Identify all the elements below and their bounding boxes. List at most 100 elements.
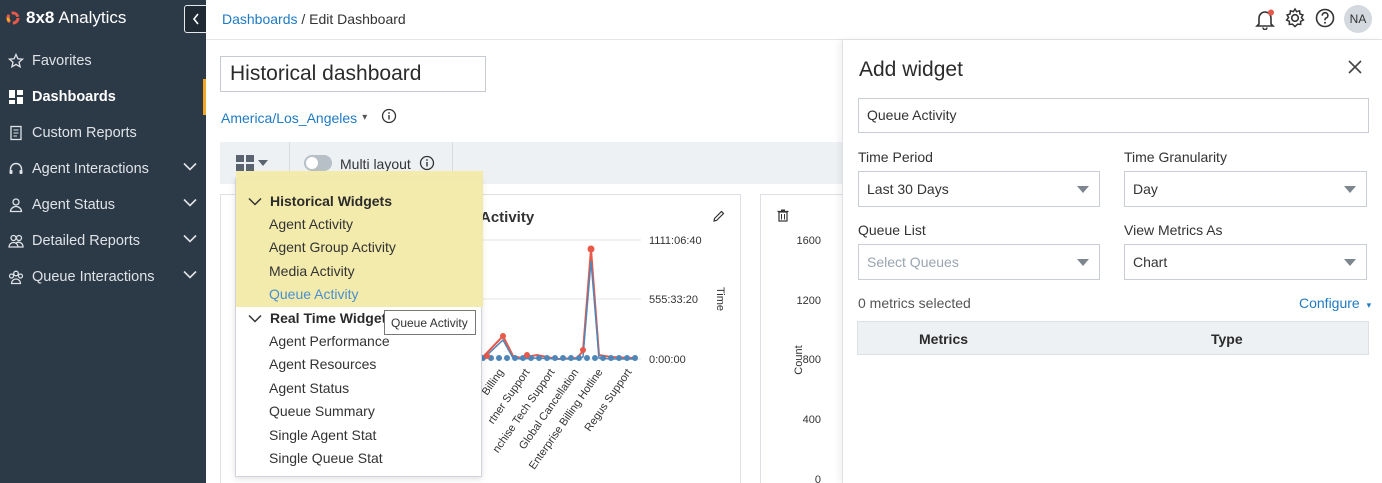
menu-item-agent-performance[interactable]: Agent Performance xyxy=(269,333,390,349)
people-icon xyxy=(7,232,25,250)
main-content: Dashboards / Edit Dashboard NA Historica… xyxy=(206,0,1382,483)
menu-group-label: Historical Widgets xyxy=(270,193,393,209)
column-header-metrics: Metrics xyxy=(919,331,969,347)
person-icon xyxy=(7,196,25,214)
select-placeholder: Select Queues xyxy=(867,254,959,270)
right-axis-tick: 1111:06:40 xyxy=(649,235,702,247)
sidebar-item-agent-interactions[interactable]: Agent Interactions xyxy=(0,151,206,187)
brand-product: Analytics xyxy=(58,8,127,27)
metrics-table-header: Metrics Type xyxy=(857,321,1369,355)
sidebar-item-label: Detailed Reports xyxy=(32,233,140,249)
collapse-sidebar-button[interactable] xyxy=(184,5,208,33)
y-axis-tick: 1200 xyxy=(797,295,821,307)
select-value: Last 30 Days xyxy=(867,181,949,197)
brand-name: 8x8 xyxy=(26,8,55,27)
configure-label: Configure xyxy=(1299,295,1360,311)
menu-item-agent-activity[interactable]: Agent Activity xyxy=(269,216,353,232)
y-axis-tick: 400 xyxy=(803,414,821,426)
report-icon xyxy=(7,124,25,142)
timezone-selector[interactable]: America/Los_Angeles ▾ xyxy=(221,108,397,127)
sidebar-item-agent-status[interactable]: Agent Status xyxy=(0,187,206,223)
chevron-down-icon xyxy=(183,198,197,207)
top-icons: NA xyxy=(1254,5,1372,33)
widget-name-input[interactable]: Queue Activity xyxy=(858,98,1369,133)
y-axis-tick: 1600 xyxy=(797,235,821,247)
dashboard-title-input[interactable]: Historical dashboard xyxy=(220,56,486,92)
add-widget-grid-button[interactable] xyxy=(236,155,268,171)
dashboard-grid-icon xyxy=(7,88,25,106)
menu-item-single-queue-stat[interactable]: Single Queue Stat xyxy=(269,450,383,466)
group-icon xyxy=(7,268,25,286)
breadcrumb-separator: / xyxy=(297,11,310,27)
menu-item-agent-group-activity[interactable]: Agent Group Activity xyxy=(269,239,396,255)
y-axis-tick: 0 xyxy=(815,474,821,483)
menu-item-single-agent-stat[interactable]: Single Agent Stat xyxy=(269,427,376,443)
notifications-bell-icon[interactable] xyxy=(1254,8,1276,31)
star-icon xyxy=(7,52,25,70)
select-value: Chart xyxy=(1133,254,1168,270)
help-icon[interactable] xyxy=(1314,7,1336,32)
caret-down-icon xyxy=(1077,259,1089,266)
breadcrumb-link-dashboards[interactable]: Dashboards xyxy=(222,11,298,27)
right-axis-tick: 0:00:00 xyxy=(649,354,686,366)
queue-list-label: Queue List xyxy=(858,222,926,238)
panel-title: Add widget xyxy=(859,58,963,81)
configure-link[interactable]: Configure ▾ xyxy=(1299,295,1371,311)
menu-item-queue-activity[interactable]: Queue Activity xyxy=(269,286,359,302)
menu-group-historical[interactable]: Historical Widgets xyxy=(248,193,392,209)
sidebar-item-queue-interactions[interactable]: Queue Interactions xyxy=(0,259,206,295)
menu-group-label: Real Time Widget xyxy=(270,310,387,326)
multi-layout-label: Multi layout xyxy=(340,156,411,172)
select-value: Day xyxy=(1133,181,1158,197)
right-axis-label: Time xyxy=(714,287,726,311)
chevron-down-icon xyxy=(183,270,197,279)
series-line-blue xyxy=(482,260,633,360)
time-period-label: Time Period xyxy=(858,149,933,165)
sidebar-item-label: Queue Interactions xyxy=(32,269,155,285)
sidebar-item-dashboards[interactable]: Dashboards xyxy=(0,79,206,115)
menu-group-realtime[interactable]: Real Time Widget xyxy=(248,310,386,326)
x-tick-label: Billing xyxy=(480,367,507,398)
sidebar-item-custom-reports[interactable]: Custom Reports xyxy=(0,115,206,151)
caret-down-icon xyxy=(1344,259,1356,266)
sidebar-item-label: Agent Status xyxy=(32,197,116,213)
tooltip: Queue Activity xyxy=(384,310,476,335)
info-icon[interactable] xyxy=(381,108,397,127)
brand[interactable]: 8x8 Analytics xyxy=(6,6,126,30)
time-granularity-label: Time Granularity xyxy=(1124,149,1227,165)
view-metrics-label: View Metrics As xyxy=(1124,222,1223,238)
sidebar-item-favorites[interactable]: Favorites xyxy=(0,43,206,79)
settings-gear-icon[interactable] xyxy=(1284,7,1306,32)
y-axis-tick: 800 xyxy=(803,354,821,366)
chevron-down-icon xyxy=(183,162,197,171)
queue-list-select[interactable]: Select Queues xyxy=(858,244,1100,280)
menu-item-queue-summary[interactable]: Queue Summary xyxy=(269,403,375,419)
sidebar-item-label: Agent Interactions xyxy=(32,161,149,177)
view-metrics-select[interactable]: Chart xyxy=(1124,244,1367,280)
sidebar-item-label: Custom Reports xyxy=(32,125,137,141)
chevron-down-icon xyxy=(248,197,262,206)
time-granularity-select[interactable]: Day xyxy=(1124,171,1367,207)
menu-item-agent-status[interactable]: Agent Status xyxy=(269,380,349,396)
avatar[interactable]: NA xyxy=(1344,5,1372,33)
close-icon[interactable] xyxy=(1348,60,1362,77)
caret-down-icon xyxy=(258,160,268,166)
caret-down-icon: ▾ xyxy=(362,112,368,123)
timezone-value: America/Los_Angeles xyxy=(221,109,358,126)
caret-down-icon xyxy=(1344,186,1356,193)
menu-item-agent-resources[interactable]: Agent Resources xyxy=(269,356,376,372)
caret-down-icon: ▾ xyxy=(1366,300,1372,310)
multi-layout-toggle[interactable] xyxy=(304,155,332,171)
sidebar-item-detailed-reports[interactable]: Detailed Reports xyxy=(0,223,206,259)
caret-down-icon xyxy=(1077,186,1089,193)
time-period-select[interactable]: Last 30 Days xyxy=(858,171,1100,207)
chevron-down-icon xyxy=(248,314,262,323)
menu-item-media-activity[interactable]: Media Activity xyxy=(269,263,355,279)
sidebar-item-label: Favorites xyxy=(32,53,92,69)
metrics-count: 0 metrics selected xyxy=(858,295,971,311)
brand-logo-icon xyxy=(6,11,20,25)
chevron-left-icon xyxy=(192,13,199,25)
add-widget-panel: Add widget Queue Activity Time Period La… xyxy=(842,40,1382,483)
sidebar: 8x8 Analytics Favorites Dashboards Custo… xyxy=(0,0,208,483)
breadcrumb-current: Edit Dashboard xyxy=(309,11,406,27)
